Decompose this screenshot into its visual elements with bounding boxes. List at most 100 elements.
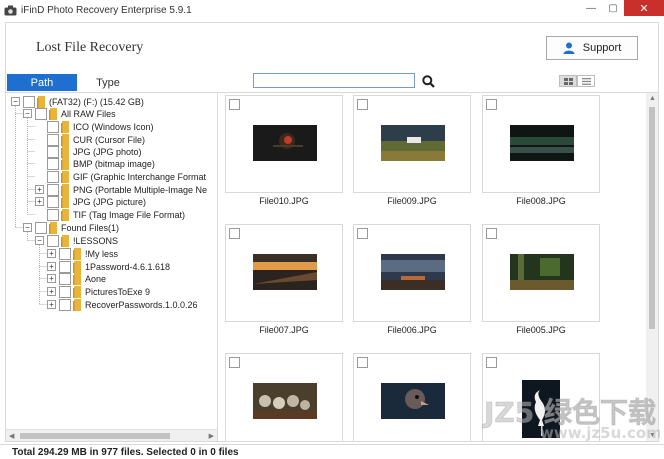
file-name-label: File010.JPG xyxy=(259,196,309,206)
expand-icon[interactable]: + xyxy=(35,197,44,206)
horizontal-scroll-thumb[interactable] xyxy=(20,433,170,439)
search-icon[interactable] xyxy=(420,73,436,89)
page-header: Lost File Recovery Support xyxy=(5,22,659,72)
tree-item-checkbox[interactable] xyxy=(47,170,59,183)
tree-item-checkbox[interactable] xyxy=(47,234,59,247)
tree-item-checkbox[interactable] xyxy=(59,260,71,273)
folder-icon xyxy=(61,183,70,196)
expand-icon[interactable]: + xyxy=(47,262,56,271)
tree-item-checkbox[interactable] xyxy=(35,221,47,234)
file-card[interactable] xyxy=(353,224,471,322)
tree-item-checkbox[interactable] xyxy=(47,208,59,221)
file-thumbnail[interactable] xyxy=(381,254,445,293)
tree-item[interactable]: − Found Files(1) xyxy=(23,221,119,234)
tree-item-checkbox[interactable] xyxy=(59,247,71,260)
file-card[interactable] xyxy=(225,95,343,193)
scroll-down-icon[interactable]: ▼ xyxy=(649,432,656,439)
file-checkbox[interactable] xyxy=(486,228,497,239)
file-checkbox[interactable] xyxy=(357,99,368,110)
tree-item[interactable]: + Aone xyxy=(47,272,106,285)
collapse-icon[interactable]: − xyxy=(23,223,32,232)
expand-icon[interactable]: + xyxy=(47,249,56,258)
tab-path[interactable]: Path xyxy=(7,74,77,91)
tree-item[interactable]: + !My less xyxy=(47,247,118,260)
folder-icon xyxy=(61,145,70,158)
list-view-icon[interactable] xyxy=(577,75,595,87)
scroll-up-icon[interactable]: ▲ xyxy=(649,95,656,102)
scroll-right-icon[interactable]: ▶ xyxy=(209,432,214,440)
vertical-scroll-thumb[interactable] xyxy=(649,107,655,329)
file-card[interactable] xyxy=(353,353,471,441)
app-camera-icon xyxy=(3,3,17,17)
horizontal-scrollbar[interactable]: ◀ ▶ xyxy=(6,429,217,441)
file-card[interactable] xyxy=(482,95,600,193)
folder-icon xyxy=(61,170,70,183)
tree-item[interactable]: + JPG (JPG picture) xyxy=(35,195,146,208)
vertical-scrollbar[interactable]: ▲ ▼ xyxy=(646,93,658,441)
search-input[interactable] xyxy=(253,73,415,88)
tab-type[interactable]: Type xyxy=(78,74,138,91)
folder-tree-panel: − (FAT32) (F:) (15.42 GB) − All RAW Files IC… xyxy=(5,92,218,442)
file-thumbnail[interactable] xyxy=(381,383,445,422)
tree-item-checkbox[interactable] xyxy=(47,157,59,170)
tree-item-checkbox[interactable] xyxy=(47,145,59,158)
file-thumbnail[interactable] xyxy=(381,125,445,164)
expand-icon[interactable]: + xyxy=(35,185,44,194)
tree-item[interactable]: BMP (bitmap image) xyxy=(35,157,155,170)
expand-icon[interactable]: + xyxy=(47,287,56,296)
file-thumbnail[interactable] xyxy=(510,254,574,293)
file-checkbox[interactable] xyxy=(229,228,240,239)
file-checkbox[interactable] xyxy=(229,99,240,110)
file-thumbnail[interactable] xyxy=(253,254,317,293)
tree-item[interactable]: − All RAW Files xyxy=(23,107,116,120)
tree-item[interactable]: GIF (Graphic Interchange Format xyxy=(35,170,206,183)
folder-icon xyxy=(49,107,58,120)
file-checkbox[interactable] xyxy=(486,357,497,368)
file-card[interactable] xyxy=(353,95,471,193)
file-card[interactable] xyxy=(225,353,343,441)
file-thumbnail[interactable] xyxy=(510,125,574,164)
collapse-icon[interactable]: − xyxy=(23,109,32,118)
file-thumbnail[interactable] xyxy=(522,380,560,441)
tree-item[interactable]: + PicturesToExe 9 xyxy=(47,285,150,298)
user-icon xyxy=(563,42,575,54)
tree-item-checkbox[interactable] xyxy=(47,133,59,146)
tree-item-checkbox[interactable] xyxy=(35,107,47,120)
support-button[interactable]: Support xyxy=(546,36,638,60)
file-checkbox[interactable] xyxy=(357,228,368,239)
tree-item-checkbox[interactable] xyxy=(59,272,71,285)
collapse-icon[interactable]: − xyxy=(11,97,20,106)
tree-item-label: GIF (Graphic Interchange Format xyxy=(73,171,207,182)
scroll-left-icon[interactable]: ◀ xyxy=(9,432,14,440)
tree-item-checkbox[interactable] xyxy=(47,183,59,196)
file-card[interactable] xyxy=(482,353,600,441)
tree-item-checkbox[interactable] xyxy=(23,95,35,108)
minimize-button[interactable]: — xyxy=(580,0,602,16)
maximize-button[interactable]: ▢ xyxy=(602,0,624,16)
expand-icon[interactable]: + xyxy=(47,274,56,283)
tree-item[interactable]: ICO (Windows Icon) xyxy=(35,120,154,133)
tree-item-checkbox[interactable] xyxy=(47,120,59,133)
collapse-icon[interactable]: − xyxy=(35,236,44,245)
file-card[interactable] xyxy=(482,224,600,322)
tree-item[interactable]: − !LESSONS xyxy=(35,234,118,247)
file-checkbox[interactable] xyxy=(229,357,240,368)
file-card[interactable] xyxy=(225,224,343,322)
folder-icon xyxy=(73,272,82,285)
close-button[interactable]: ✕ xyxy=(624,0,664,16)
file-checkbox[interactable] xyxy=(357,357,368,368)
tree-item-checkbox[interactable] xyxy=(59,298,71,311)
folder-icon xyxy=(61,234,70,247)
tree-item-checkbox[interactable] xyxy=(59,285,71,298)
expand-icon[interactable]: + xyxy=(47,300,56,309)
grid-view-icon[interactable] xyxy=(559,75,577,87)
tree-item-checkbox[interactable] xyxy=(47,195,59,208)
tree-item[interactable]: TIF (Tag Image File Format) xyxy=(35,208,185,221)
tree-item-label: Found Files(1) xyxy=(61,222,120,233)
file-thumbnail[interactable] xyxy=(253,383,317,422)
tree-item[interactable]: + RecoverPasswords.1.0.0.26 xyxy=(47,298,198,311)
file-checkbox[interactable] xyxy=(486,99,497,110)
file-thumbnail[interactable] xyxy=(253,125,317,164)
